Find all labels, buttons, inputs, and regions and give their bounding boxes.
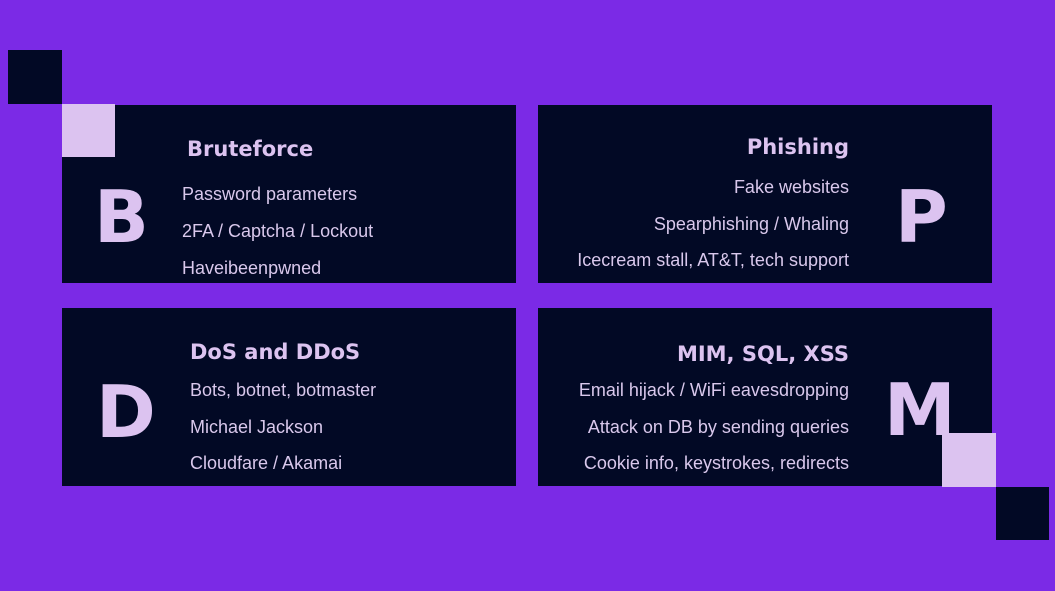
- slide: { "colors": { "background": "#7b2ae6", "…: [0, 0, 1055, 591]
- card-letter: B: [94, 175, 149, 259]
- card-line: Icecream stall, AT&T, tech support: [577, 250, 849, 270]
- card-title: Bruteforce: [187, 137, 314, 161]
- decor-square-dark-bottom: [996, 487, 1049, 540]
- card-line: Bots, botnet, botmaster: [190, 380, 377, 400]
- card-line: Haveibeenpwned: [182, 258, 322, 278]
- card-line: Fake websites: [733, 177, 849, 197]
- card-line: Cookie info, keystrokes, redirects: [583, 453, 849, 473]
- card-title: Phishing: [746, 135, 849, 159]
- card-line: Email hijack / WiFi eavesdropping: [578, 380, 849, 400]
- card-mim-sql-xss: M MIM, SQL, XSS Email hijack / WiFi eave…: [538, 308, 992, 486]
- card-line: Cloudfare / Akamai: [190, 453, 343, 473]
- card-line: Michael Jackson: [190, 417, 324, 437]
- card-line: Attack on DB by sending queries: [587, 417, 849, 437]
- card-dos-ddos: D DoS and DDoS Bots, botnet, botmaster M…: [62, 308, 516, 486]
- card-letter: D: [96, 370, 156, 454]
- card-letter: P: [895, 175, 948, 259]
- card-line: Spearphishing / Whaling: [653, 214, 849, 234]
- card-line: 2FA / Captcha / Lockout: [182, 221, 374, 241]
- decor-square-lilac-bottom: [942, 433, 996, 487]
- card-bruteforce: B Bruteforce Password parameters 2FA / C…: [62, 105, 516, 283]
- card-title: DoS and DDoS: [190, 340, 361, 364]
- card-title: MIM, SQL, XSS: [676, 342, 849, 366]
- decor-square-dark-top: [8, 50, 62, 104]
- decor-square-lilac-top: [62, 104, 115, 157]
- card-line: Password parameters: [182, 184, 358, 204]
- card-phishing: P Phishing Fake websites Spearphishing /…: [538, 105, 992, 283]
